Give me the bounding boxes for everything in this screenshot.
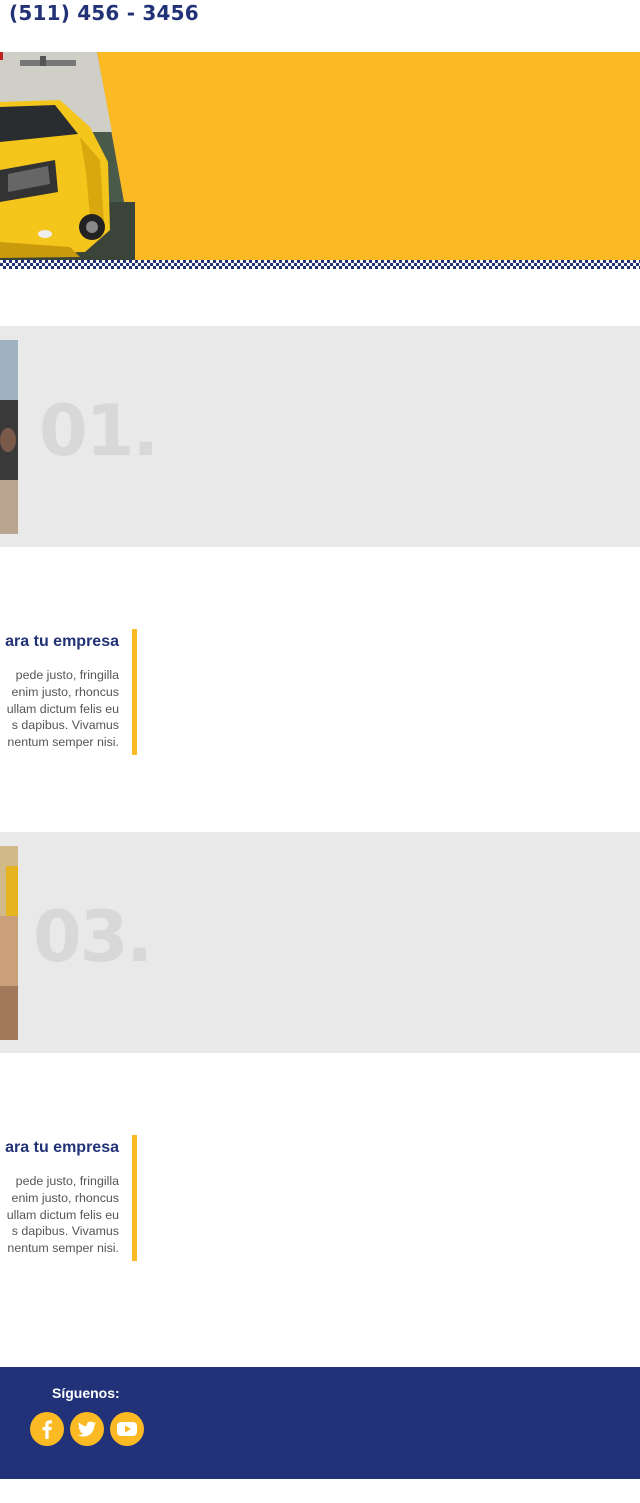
accent-bar bbox=[132, 1135, 137, 1261]
feature-title: ara tu empresa bbox=[5, 633, 119, 650]
feature-block: ara tu empresa pede justo, fringilla eni… bbox=[0, 629, 137, 755]
follow-label: Síguenos: bbox=[52, 1385, 120, 1401]
step-card: 01. bbox=[0, 326, 640, 547]
facebook-icon[interactable] bbox=[30, 1412, 64, 1446]
feature-text: pede justo, fringilla enim justo, rhoncu… bbox=[6, 668, 119, 750]
feature-text: pede justo, fringilla enim justo, rhoncu… bbox=[6, 1174, 119, 1256]
step-photo bbox=[0, 340, 18, 534]
youtube-icon[interactable] bbox=[110, 1412, 144, 1446]
feature-title: ara tu empresa bbox=[5, 1139, 119, 1156]
step-number: 01. bbox=[39, 390, 159, 472]
twitter-icon[interactable] bbox=[70, 1412, 104, 1446]
step-card: 03. bbox=[0, 832, 640, 1053]
accent-bar bbox=[132, 629, 137, 755]
feature-block: ara tu empresa pede justo, fringilla eni… bbox=[0, 1135, 137, 1261]
step-number: 03. bbox=[33, 896, 153, 978]
footer: Síguenos: bbox=[0, 1367, 640, 1479]
phone-number[interactable]: (511) 456 - 3456 bbox=[9, 1, 199, 25]
top-bar: (511) 456 - 3456 bbox=[0, 0, 640, 52]
hero-banner bbox=[0, 52, 640, 263]
checker-divider bbox=[0, 260, 640, 269]
step-photo bbox=[0, 846, 18, 1040]
taxi-photo bbox=[0, 52, 135, 263]
